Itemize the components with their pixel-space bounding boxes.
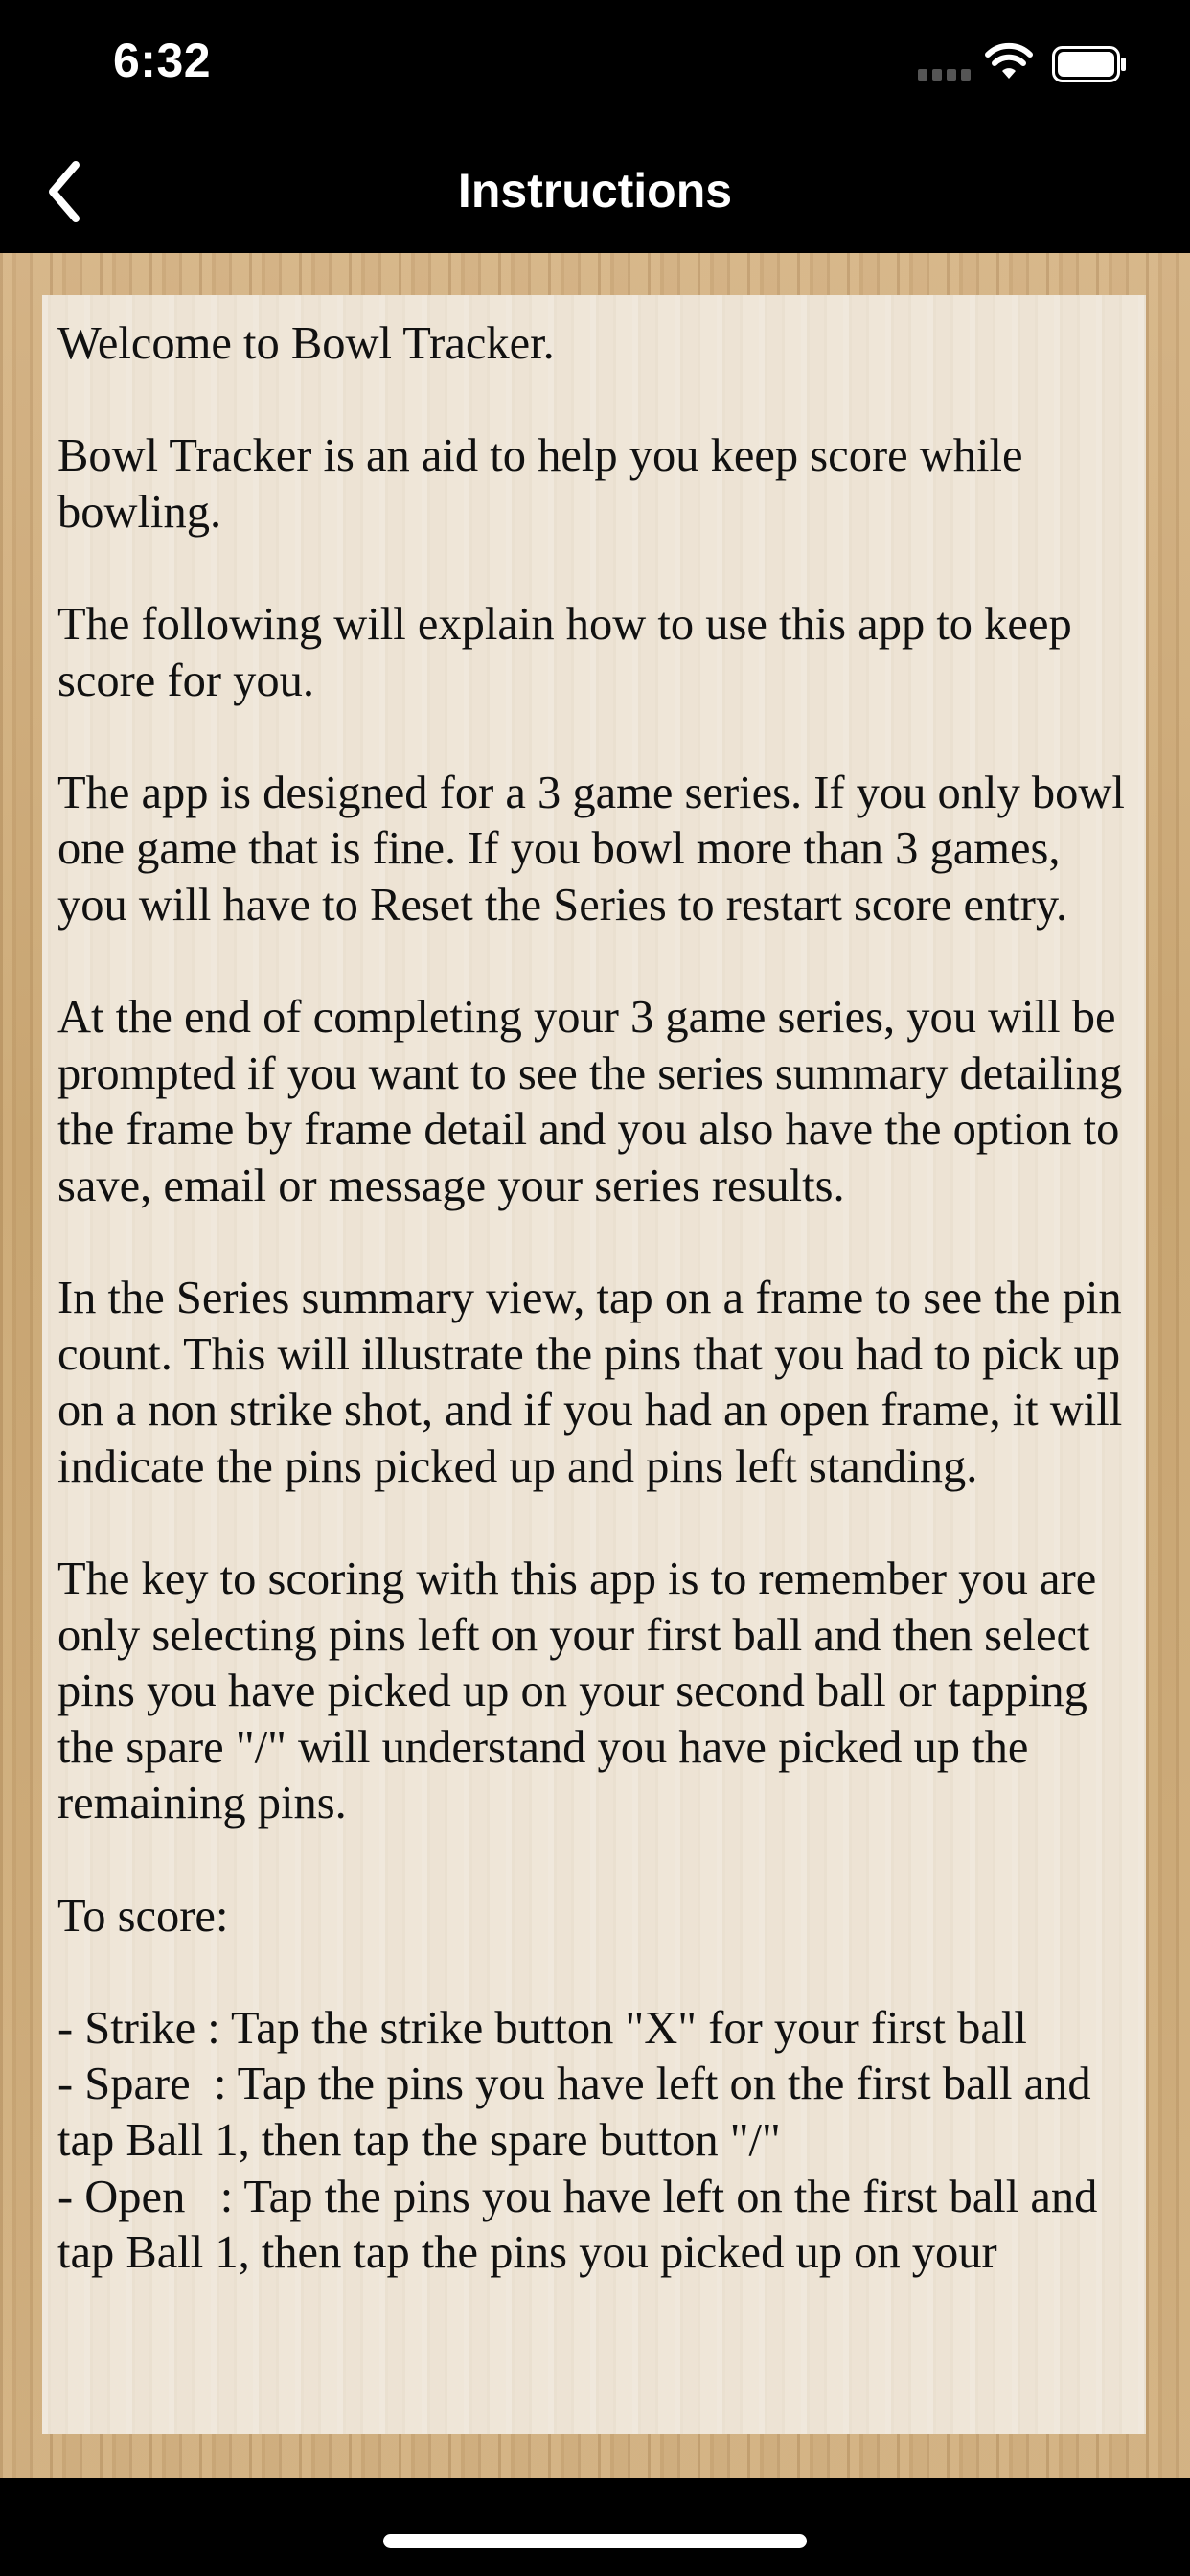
instructions-text: Welcome to Bowl Tracker. Bowl Tracker is… (57, 318, 1125, 2279)
screen: 6:32 Instructions Welcome to Bowl Tracke… (0, 0, 1190, 2576)
chevron-left-icon (49, 161, 80, 222)
battery-icon (1052, 46, 1126, 82)
cellular-signal-icon (918, 69, 971, 80)
wifi-icon (985, 42, 1033, 79)
home-indicator[interactable] (383, 2534, 807, 2548)
instructions-scroll-view[interactable]: Welcome to Bowl Tracker. Bowl Tracker is… (42, 295, 1146, 2434)
bottom-safe-area (0, 2478, 1190, 2576)
navigation-bar: Instructions (0, 128, 1190, 253)
back-button[interactable] (21, 146, 107, 238)
page-title: Instructions (457, 164, 733, 218)
status-bar: 6:32 (0, 0, 1190, 128)
status-time: 6:32 (113, 34, 212, 87)
